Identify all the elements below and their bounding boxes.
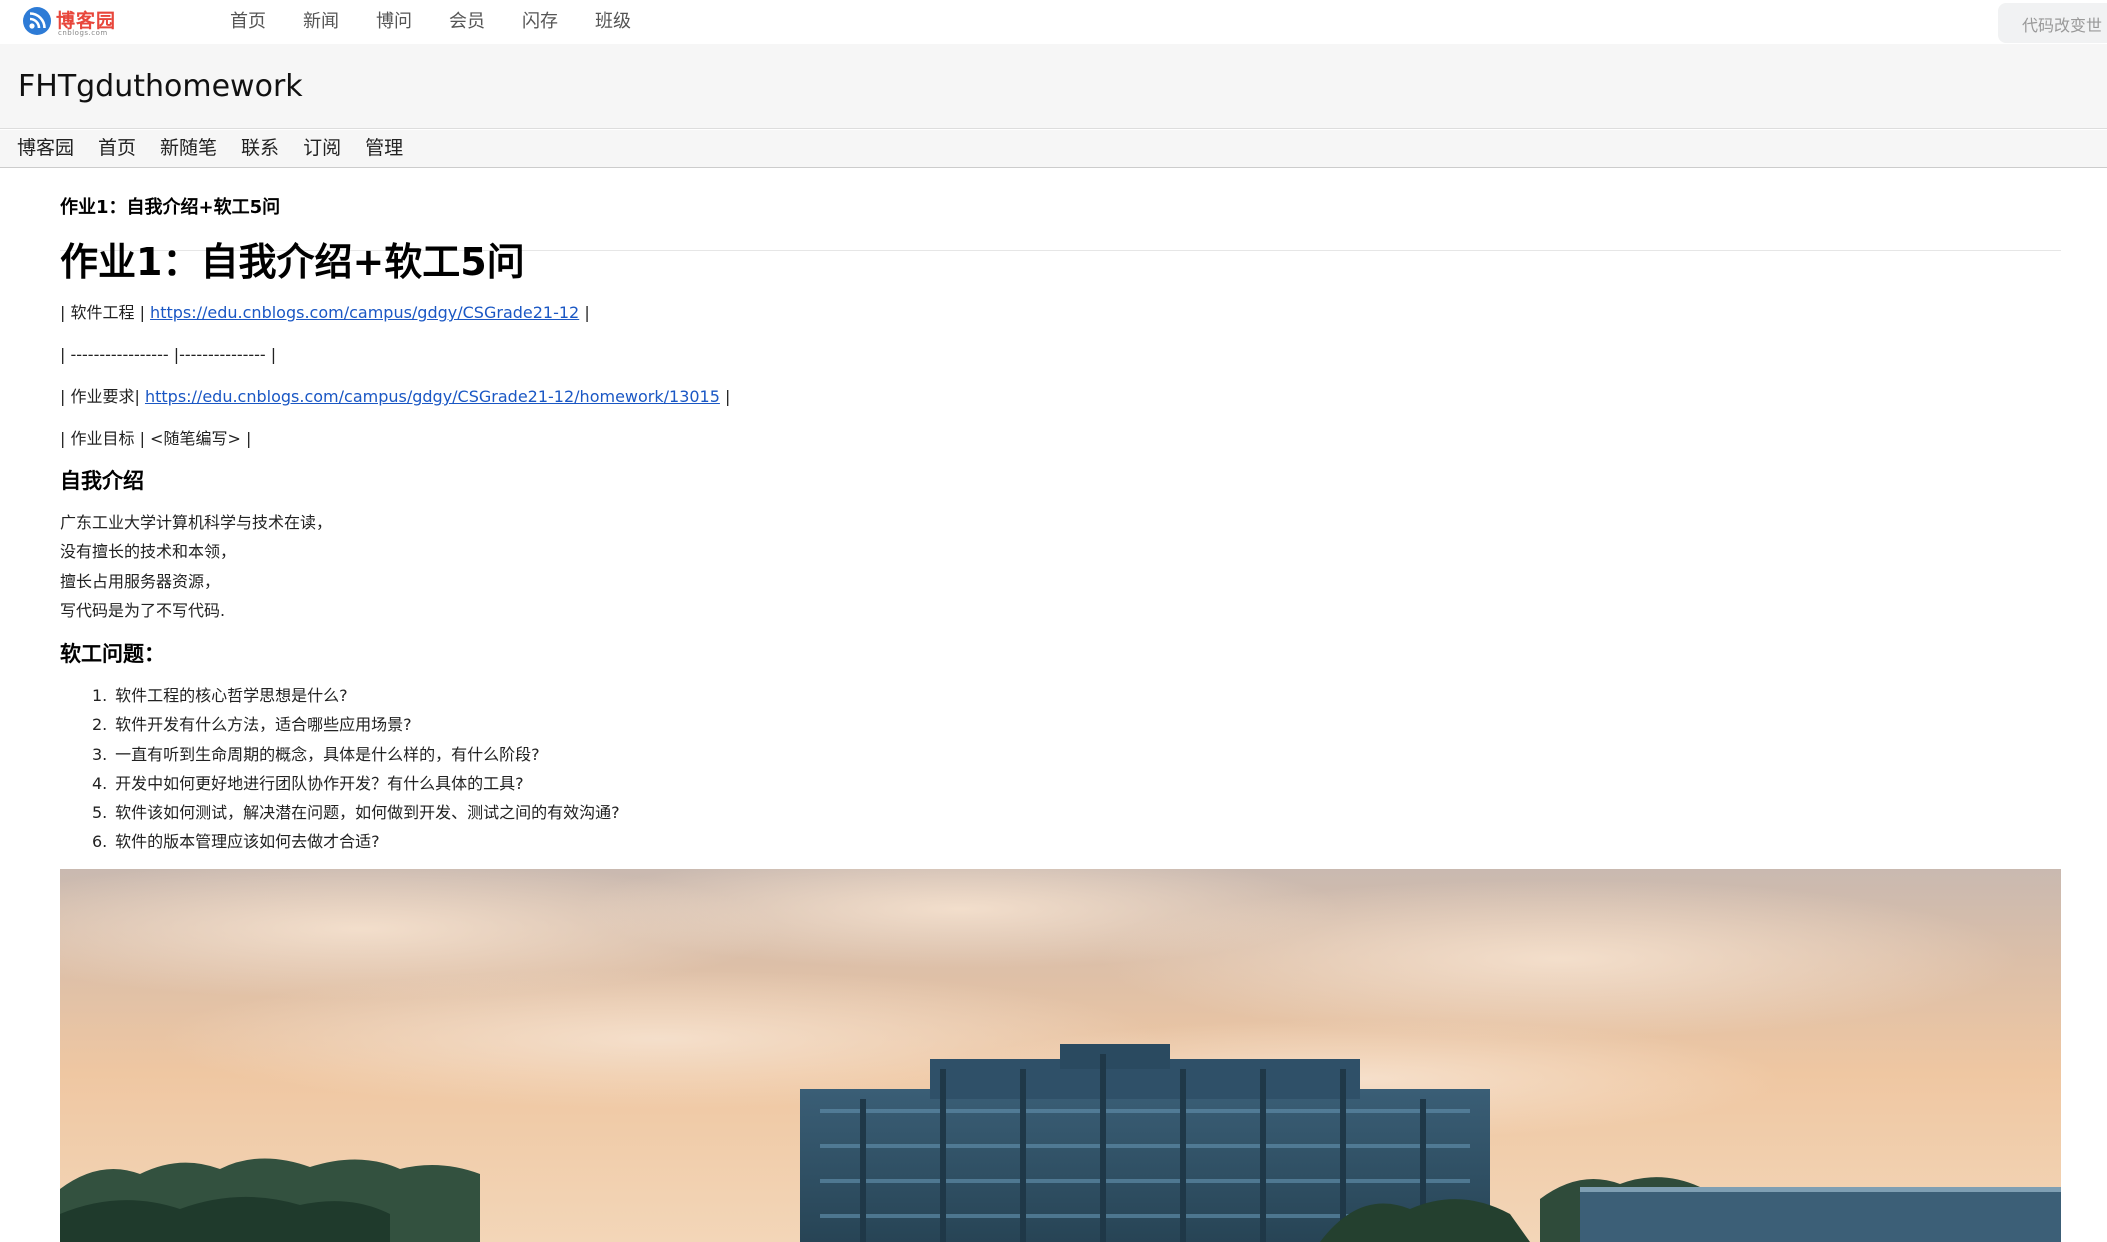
- blog-nav-home[interactable]: 首页: [98, 130, 136, 167]
- requirement-suffix: |: [719, 387, 731, 406]
- question-text: 软件开发有什么方法，适合哪些应用场景?: [115, 715, 412, 735]
- topnav-links: 首页 新闻 博问 会员 闪存 班级: [230, 0, 668, 44]
- post-title: 作业1：自我介绍+软工5问: [60, 240, 525, 284]
- search-input[interactable]: 代码改变世: [1998, 3, 2107, 43]
- questions-list: 1. 软件工程的核心哲学思想是什么? 2. 软件开发有什么方法，适合哪些应用场景…: [92, 681, 620, 857]
- list-item: 1. 软件工程的核心哲学思想是什么?: [92, 686, 348, 705]
- list-item: 6. 软件的版本管理应该如何去做才合适?: [92, 832, 380, 852]
- topnav-link-news[interactable]: 新闻: [303, 0, 339, 44]
- list-item: 5. 软件该如何测试，解决潜在问题，如何做到开发、测试之间的有效沟通?: [92, 803, 620, 823]
- campus-photo: [60, 869, 2061, 1242]
- question-text: 一直有听到生命周期的概念，具体是什么样的，有什么阶段?: [115, 744, 540, 764]
- topnav-link-home[interactable]: 首页: [230, 0, 266, 44]
- questions-heading: 软工问题：: [60, 642, 165, 666]
- intro-heading: 自我介绍: [60, 469, 144, 493]
- rss-icon: [23, 7, 51, 35]
- course-suffix: |: [579, 303, 590, 322]
- topnav-link-questions[interactable]: 博问: [376, 0, 412, 44]
- topnav-link-ing[interactable]: 闪存: [522, 0, 558, 44]
- intro-line: 广东工业大学计算机科学与技术在读，: [60, 513, 333, 532]
- campus-photo-illustration: [60, 869, 2061, 1242]
- question-text: 开发中如何更好地进行团队协作开发？有什么具体的工具?: [115, 773, 524, 793]
- list-item: 3. 一直有听到生命周期的概念，具体是什么样的，有什么阶段?: [92, 744, 540, 764]
- topnav-link-class[interactable]: 班级: [595, 0, 631, 44]
- post-crumb-title-text[interactable]: 作业1：自我介绍+软工5问: [60, 197, 280, 218]
- table-row-requirement: | 作业要求| https://edu.cnblogs.com/campus/g…: [60, 385, 730, 409]
- site-topnav: 博客园 cnblogs.com 首页 新闻 博问 会员 闪存 班级 代码改变世: [0, 0, 2107, 44]
- question-text: 软件的版本管理应该如何去做才合适?: [115, 832, 380, 852]
- intro-line: 没有擅长的技术和本领，: [60, 542, 237, 562]
- course-prefix: | 软件工程 |: [60, 303, 151, 322]
- blog-nav-new-post[interactable]: 新随笔: [160, 130, 217, 167]
- question-text: 软件工程的核心哲学思想是什么?: [115, 686, 348, 705]
- blog-nav-contact[interactable]: 联系: [241, 130, 279, 167]
- blog-nav: 博客园 首页 新随笔 联系 订阅 管理: [0, 130, 2107, 168]
- table-row-separator: | ----------------- |--------------- |: [60, 345, 277, 364]
- intro-line: 擅长占用服务器资源，: [60, 571, 221, 591]
- requirement-prefix: | 作业要求|: [60, 387, 145, 406]
- logo-subtext: cnblogs.com: [58, 29, 108, 37]
- search-placeholder: 代码改变世: [2022, 16, 2103, 35]
- cnblogs-logo[interactable]: 博客园 cnblogs.com: [22, 4, 122, 40]
- blog-title[interactable]: FHTgduthomework: [18, 69, 303, 104]
- question-text: 软件该如何测试，解决潜在问题，如何做到开发、测试之间的有效沟通?: [115, 803, 620, 823]
- course-link[interactable]: https://edu.cnblogs.com/campus/gdgy/CSGr…: [150, 303, 579, 322]
- blog-nav-manage[interactable]: 管理: [365, 130, 403, 167]
- intro-paragraph: 广东工业大学计算机科学与技术在读， 没有擅长的技术和本领， 擅长占用服务器资源，…: [60, 508, 332, 625]
- topnav-link-vip[interactable]: 会员: [449, 0, 485, 44]
- intro-line: 写代码是为了不写代码.: [60, 600, 226, 620]
- list-item: 4. 开发中如何更好地进行团队协作开发？有什么具体的工具?: [92, 773, 524, 793]
- table-row-goal: | 作业目标 | <随笔编写> |: [60, 429, 252, 448]
- requirement-link[interactable]: https://edu.cnblogs.com/campus/gdgy/CSGr…: [145, 387, 720, 406]
- table-row-course: | 软件工程 | https://edu.cnblogs.com/campus/…: [60, 301, 590, 325]
- blog-nav-cnblogs[interactable]: 博客园: [17, 130, 74, 167]
- blog-nav-subscribe[interactable]: 订阅: [303, 130, 341, 167]
- list-item: 2. 软件开发有什么方法，适合哪些应用场景?: [92, 715, 412, 735]
- blog-header: FHTgduthomework: [0, 44, 2107, 129]
